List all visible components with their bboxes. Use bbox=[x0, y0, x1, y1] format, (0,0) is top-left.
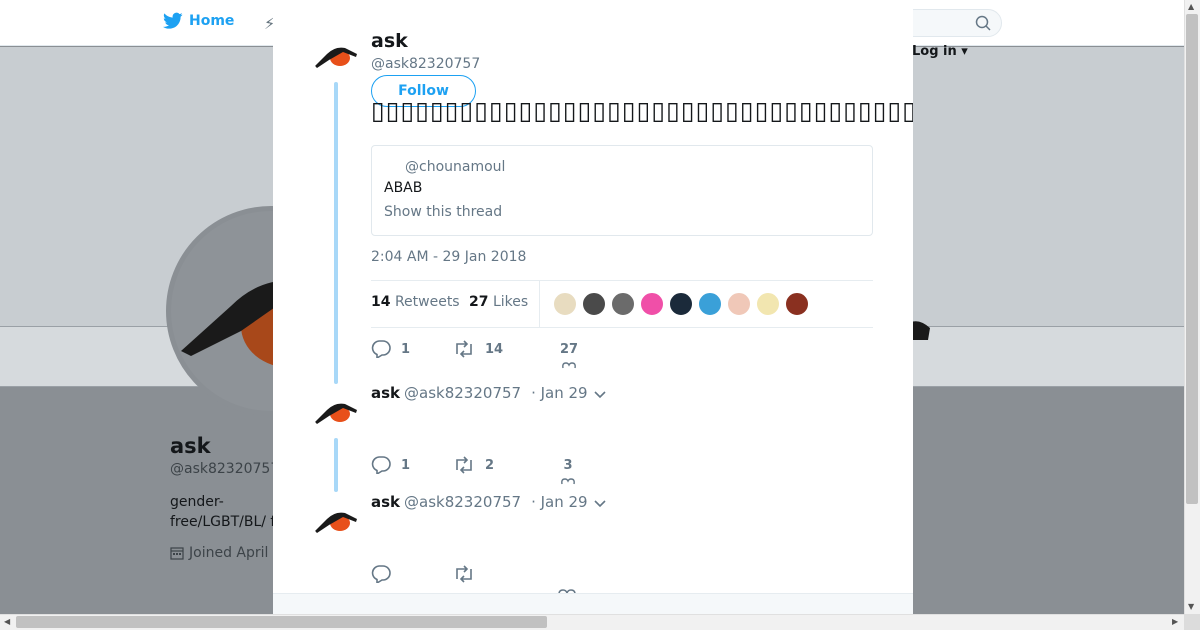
reply-author-handle[interactable]: @ask82320757 bbox=[404, 493, 521, 511]
quoted-tweet[interactable]: @chounamoul ABAB Show this thread bbox=[371, 145, 873, 236]
likes-count: 27 bbox=[469, 294, 489, 310]
reply-author-avatar[interactable] bbox=[313, 388, 361, 436]
search-input[interactable] bbox=[900, 9, 1002, 37]
login-label: Log in bbox=[912, 44, 957, 59]
retweets-count: 14 bbox=[371, 294, 391, 310]
scroll-left-arrow-icon[interactable]: ◀ bbox=[4, 618, 10, 626]
horizontal-scroll-thumb[interactable] bbox=[16, 616, 547, 628]
thread-line bbox=[334, 438, 338, 492]
thread-line bbox=[334, 82, 338, 384]
like-count: 3 bbox=[563, 458, 573, 473]
liker-avatar[interactable] bbox=[582, 292, 606, 316]
retweet-icon bbox=[456, 456, 472, 474]
liker-avatar[interactable] bbox=[553, 292, 577, 316]
tweet-modal: ask @ask82320757 Follow ▯▯▯▯▯▯▯▯▯▯▯▯▯▯▯▯… bbox=[273, 0, 913, 614]
twitter-bird-icon bbox=[163, 12, 183, 29]
search-icon[interactable] bbox=[975, 15, 991, 31]
retweet-icon bbox=[456, 340, 472, 358]
reply-icon bbox=[371, 565, 391, 583]
author-handle[interactable]: @ask82320757 bbox=[371, 56, 480, 72]
reply-icon bbox=[371, 456, 391, 474]
heart-icon bbox=[562, 362, 576, 369]
login-menu[interactable]: Log in ▾ bbox=[912, 44, 968, 59]
tweet-timestamp[interactable]: 2:04 AM - 29 Jan 2018 bbox=[371, 249, 526, 265]
reply-date[interactable]: · Jan 29 bbox=[531, 493, 588, 511]
liker-avatar[interactable] bbox=[756, 292, 780, 316]
avatar-illustration bbox=[315, 512, 357, 533]
chevron-down-icon[interactable] bbox=[593, 499, 607, 509]
retweet-count: 14 bbox=[485, 341, 504, 357]
author-name[interactable]: ask bbox=[371, 30, 408, 52]
reply-action[interactable] bbox=[371, 565, 391, 583]
reply-count: 1 bbox=[401, 341, 411, 357]
scroll-down-arrow-icon[interactable]: ▼ bbox=[1188, 603, 1194, 611]
close-icon[interactable] bbox=[1154, 12, 1178, 36]
reply-author-name[interactable]: ask bbox=[371, 384, 400, 402]
reply-action[interactable]: 1 bbox=[371, 340, 410, 358]
avatar-illustration bbox=[315, 403, 357, 424]
liker-avatar[interactable] bbox=[669, 292, 693, 316]
quoted-body: ABAB bbox=[384, 180, 423, 196]
reply-author-avatar[interactable] bbox=[313, 497, 361, 545]
reply-count: 1 bbox=[401, 457, 411, 473]
calendar-icon bbox=[170, 547, 184, 560]
reply-action[interactable]: 1 bbox=[371, 456, 410, 474]
retweet-action[interactable]: 14 bbox=[453, 340, 503, 358]
retweets-stat[interactable]: 14 Retweets bbox=[371, 294, 460, 310]
profile-name: ask bbox=[170, 434, 211, 458]
vertical-scroll-thumb[interactable] bbox=[1186, 14, 1198, 504]
liker-avatar[interactable] bbox=[611, 292, 635, 316]
heart-icon bbox=[561, 478, 575, 485]
reply-author-name[interactable]: ask bbox=[371, 493, 400, 511]
reply-icon bbox=[371, 340, 391, 358]
show-thread-link[interactable]: Show this thread bbox=[384, 204, 502, 220]
likes-label: Likes bbox=[492, 294, 529, 310]
retweet-icon bbox=[456, 565, 472, 583]
retweet-action[interactable] bbox=[453, 565, 475, 583]
liker-avatar[interactable] bbox=[640, 292, 664, 316]
reply-author-handle[interactable]: @ask82320757 bbox=[404, 384, 521, 402]
like-action[interactable]: 3 bbox=[560, 458, 576, 485]
tweet-text: ▯▯▯▯▯▯▯▯▯▯▯▯▯▯▯▯▯▯▯▯▯▯▯▯▯▯▯▯▯▯▯▯▯▯▯▯▯▯▯▯ bbox=[371, 96, 913, 125]
liker-avatars bbox=[553, 292, 809, 316]
retweets-label: Retweets bbox=[394, 294, 460, 310]
scroll-up-arrow-icon[interactable]: ▲ bbox=[1188, 3, 1194, 11]
scroll-right-arrow-icon[interactable]: ▶ bbox=[1172, 618, 1178, 626]
reply-header: ask @ask82320757 · Jan 29 bbox=[371, 493, 588, 511]
profile-bio: gender-free/LGBT/BL/ f bbox=[170, 494, 276, 530]
liker-avatar[interactable] bbox=[698, 292, 722, 316]
liker-avatar[interactable] bbox=[727, 292, 751, 316]
reply-header: ask @ask82320757 · Jan 29 bbox=[371, 384, 588, 402]
profile-joined-label: Joined April bbox=[189, 545, 269, 561]
liker-avatar[interactable] bbox=[785, 292, 809, 316]
retweet-action[interactable]: 2 bbox=[453, 456, 494, 474]
stats-divider bbox=[539, 281, 540, 327]
like-count: 27 bbox=[560, 342, 579, 357]
like-action[interactable]: 27 bbox=[560, 342, 578, 369]
likes-stat[interactable]: 27 Likes bbox=[469, 294, 528, 310]
modal-footer bbox=[273, 593, 913, 614]
quoted-handle: @chounamoul bbox=[405, 159, 506, 175]
nav-home-label: Home bbox=[189, 13, 235, 29]
profile-joined: Joined April bbox=[170, 545, 276, 561]
tweet-stats: 14 Retweets 27 Likes bbox=[371, 280, 873, 328]
retweet-count: 2 bbox=[485, 457, 495, 473]
nav-home[interactable]: Home bbox=[163, 12, 234, 30]
avatar-illustration bbox=[315, 47, 357, 68]
scrollbar-corner bbox=[1184, 614, 1200, 630]
chevron-down-icon[interactable] bbox=[593, 390, 607, 400]
profile-handle: @ask82320757 bbox=[170, 461, 276, 477]
author-avatar[interactable] bbox=[313, 32, 361, 80]
reply-date[interactable]: · Jan 29 bbox=[531, 384, 588, 402]
